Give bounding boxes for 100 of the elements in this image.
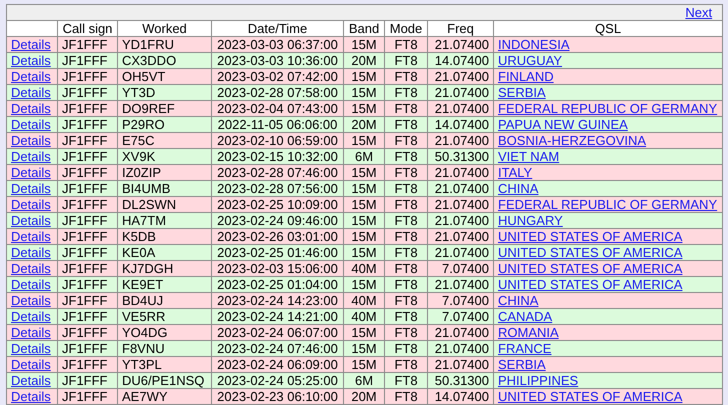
details-link[interactable]: Details (11, 213, 51, 228)
details-link[interactable]: Details (11, 165, 51, 180)
details-link[interactable]: Details (11, 357, 51, 372)
table-cell: IZ0ZIP (118, 164, 212, 180)
country-link[interactable]: UNITED STATES OF AMERICA (498, 277, 682, 292)
table-cell: FT8 (384, 100, 428, 116)
country-link[interactable]: SERBIA (498, 85, 546, 100)
table-cell: 21.07400 (428, 212, 494, 228)
details-link[interactable]: Details (11, 181, 51, 196)
table-cell: 2023-02-24 09:46:00 (212, 212, 344, 228)
table-cell: 15M (344, 196, 384, 212)
details-link[interactable]: Details (11, 261, 51, 276)
details-link[interactable]: Details (11, 245, 51, 260)
country-link[interactable]: FRANCE (498, 341, 552, 356)
country-link[interactable]: HUNGARY (498, 213, 563, 228)
table-cell: 2022-11-05 06:06:00 (212, 116, 344, 132)
details-link[interactable]: Details (11, 229, 51, 244)
table-cell: 2023-02-04 07:43:00 (212, 100, 344, 116)
country-link[interactable]: ROMANIA (498, 325, 559, 340)
details-link[interactable]: Details (11, 69, 51, 84)
table-cell: 6M (344, 372, 384, 388)
table-cell: 15M (344, 36, 384, 52)
country-link[interactable]: PHILIPPINES (498, 373, 578, 388)
country-link[interactable]: PAPUA NEW GUINEA (498, 117, 628, 132)
country-link[interactable]: FEDERAL REPUBLIC OF GERMANY (498, 197, 718, 212)
country-link[interactable]: UNITED STATES OF AMERICA (498, 229, 682, 244)
table-cell: FT8 (384, 356, 428, 372)
table-cell: 40M (344, 308, 384, 324)
country-link[interactable]: UNITED STATES OF AMERICA (498, 389, 682, 404)
table-cell: FT8 (384, 228, 428, 244)
table-cell: 2023-02-25 01:46:00 (212, 244, 344, 260)
table-cell: FT8 (384, 180, 428, 196)
table-cell: 14.07400 (428, 52, 494, 68)
table-cell: 15M (344, 244, 384, 260)
country-link[interactable]: FEDERAL REPUBLIC OF GERMANY (498, 101, 718, 116)
table-cell: 2023-02-25 01:04:00 (212, 276, 344, 292)
table-cell: 7.07400 (428, 260, 494, 276)
country-link[interactable]: UNITED STATES OF AMERICA (498, 245, 682, 260)
country-link[interactable]: CHINA (498, 181, 538, 196)
details-link[interactable]: Details (11, 309, 51, 324)
table-cell: FT8 (384, 372, 428, 388)
table-cell: 14.07400 (428, 116, 494, 132)
column-header: Freq (428, 20, 494, 36)
country-link[interactable]: FINLAND (498, 69, 554, 84)
table-cell: 15M (344, 356, 384, 372)
country-link[interactable]: CHINA (498, 293, 538, 308)
table-cell: JF1FFF (58, 292, 118, 308)
details-link[interactable]: Details (11, 293, 51, 308)
table-cell: BI4UMB (118, 180, 212, 196)
table-cell: FT8 (384, 292, 428, 308)
table-cell: 21.07400 (428, 84, 494, 100)
table-cell: 15M (344, 164, 384, 180)
country-link[interactable]: VIET NAM (498, 149, 560, 164)
table-cell: FT8 (384, 68, 428, 84)
details-link[interactable]: Details (11, 117, 51, 132)
table-cell: E75C (118, 132, 212, 148)
details-link[interactable]: Details (11, 389, 51, 404)
table-cell: 2023-02-28 07:46:00 (212, 164, 344, 180)
details-link[interactable]: Details (11, 277, 51, 292)
details-link[interactable]: Details (11, 53, 51, 68)
table-cell: FT8 (384, 148, 428, 164)
table-cell: 21.07400 (428, 164, 494, 180)
table-cell: 15M (344, 84, 384, 100)
country-link[interactable]: URUGUAY (498, 53, 562, 68)
country-link[interactable]: SERBIA (498, 357, 546, 372)
table-cell: 7.07400 (428, 308, 494, 324)
details-link[interactable]: Details (11, 325, 51, 340)
table-cell: 2023-02-28 07:56:00 (212, 180, 344, 196)
details-link[interactable]: Details (11, 37, 51, 52)
table-cell: 2023-02-24 14:21:00 (212, 308, 344, 324)
country-link[interactable]: ITALY (498, 165, 532, 180)
details-link[interactable]: Details (11, 85, 51, 100)
table-cell: JF1FFF (58, 180, 118, 196)
table-cell: JF1FFF (58, 308, 118, 324)
country-link[interactable]: CANADA (498, 309, 552, 324)
details-link[interactable]: Details (11, 341, 51, 356)
details-link[interactable]: Details (11, 133, 51, 148)
table-cell: P29RO (118, 116, 212, 132)
details-link[interactable]: Details (11, 197, 51, 212)
table-cell: JF1FFF (58, 324, 118, 340)
table-cell: 2023-02-24 06:09:00 (212, 356, 344, 372)
next-link[interactable]: Next (685, 5, 712, 20)
country-link[interactable]: BOSNIA-HERZEGOVINA (498, 133, 646, 148)
table-cell: F8VNU (118, 340, 212, 356)
table-cell: 21.07400 (428, 356, 494, 372)
table-cell: FT8 (384, 244, 428, 260)
details-link[interactable]: Details (11, 149, 51, 164)
table-cell: 40M (344, 292, 384, 308)
table-cell: JF1FFF (58, 36, 118, 52)
table-cell: 21.07400 (428, 180, 494, 196)
table-cell: 15M (344, 228, 384, 244)
table-cell: 2023-02-10 06:59:00 (212, 132, 344, 148)
country-link[interactable]: UNITED STATES OF AMERICA (498, 261, 682, 276)
details-link[interactable]: Details (11, 101, 51, 116)
table-cell: HA7TM (118, 212, 212, 228)
table-cell: FT8 (384, 340, 428, 356)
details-link[interactable]: Details (11, 373, 51, 388)
country-link[interactable]: INDONESIA (498, 37, 570, 52)
table-cell: JF1FFF (58, 196, 118, 212)
table-cell: FT8 (384, 132, 428, 148)
